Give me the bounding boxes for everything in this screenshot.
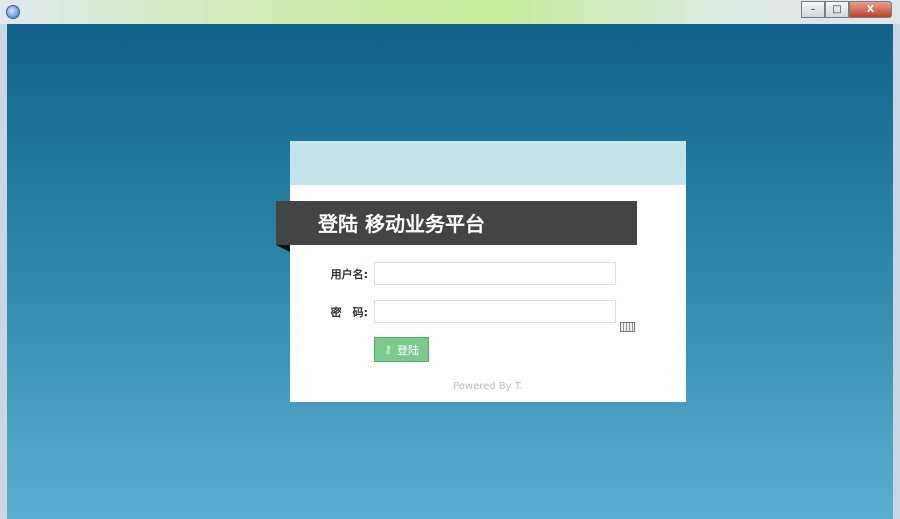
window-titlebar: – □ X — [0, 0, 900, 24]
username-row: 用户名: — [320, 262, 616, 285]
key-icon: ⚷ — [383, 343, 393, 356]
maximize-button[interactable]: □ — [825, 1, 849, 18]
username-input[interactable] — [374, 262, 616, 285]
powered-by: Powered By T. — [453, 381, 523, 392]
app-icon — [6, 5, 20, 19]
username-label: 用户名: — [330, 267, 368, 281]
ribbon-fold — [276, 245, 290, 252]
login-button[interactable]: ⚷ 登陆 — [374, 337, 429, 362]
close-button[interactable]: X — [849, 1, 892, 18]
password-input[interactable] — [374, 300, 616, 323]
login-panel-header — [290, 141, 686, 185]
minimize-button[interactable]: – — [801, 1, 825, 18]
keyboard-icon[interactable] — [620, 322, 635, 332]
password-label: 密 码: — [330, 305, 368, 319]
login-title: 登陆 移动业务平台 — [276, 201, 637, 245]
password-row: 密 码: — [320, 300, 616, 323]
login-button-label: 登陆 — [397, 343, 420, 357]
login-panel: 登陆 移动业务平台 用户名: 密 码: ⚷ 登陆 Powered By T. — [276, 141, 686, 402]
page-background: 登陆 移动业务平台 用户名: 密 码: ⚷ 登陆 Powered By T. — [7, 24, 893, 519]
